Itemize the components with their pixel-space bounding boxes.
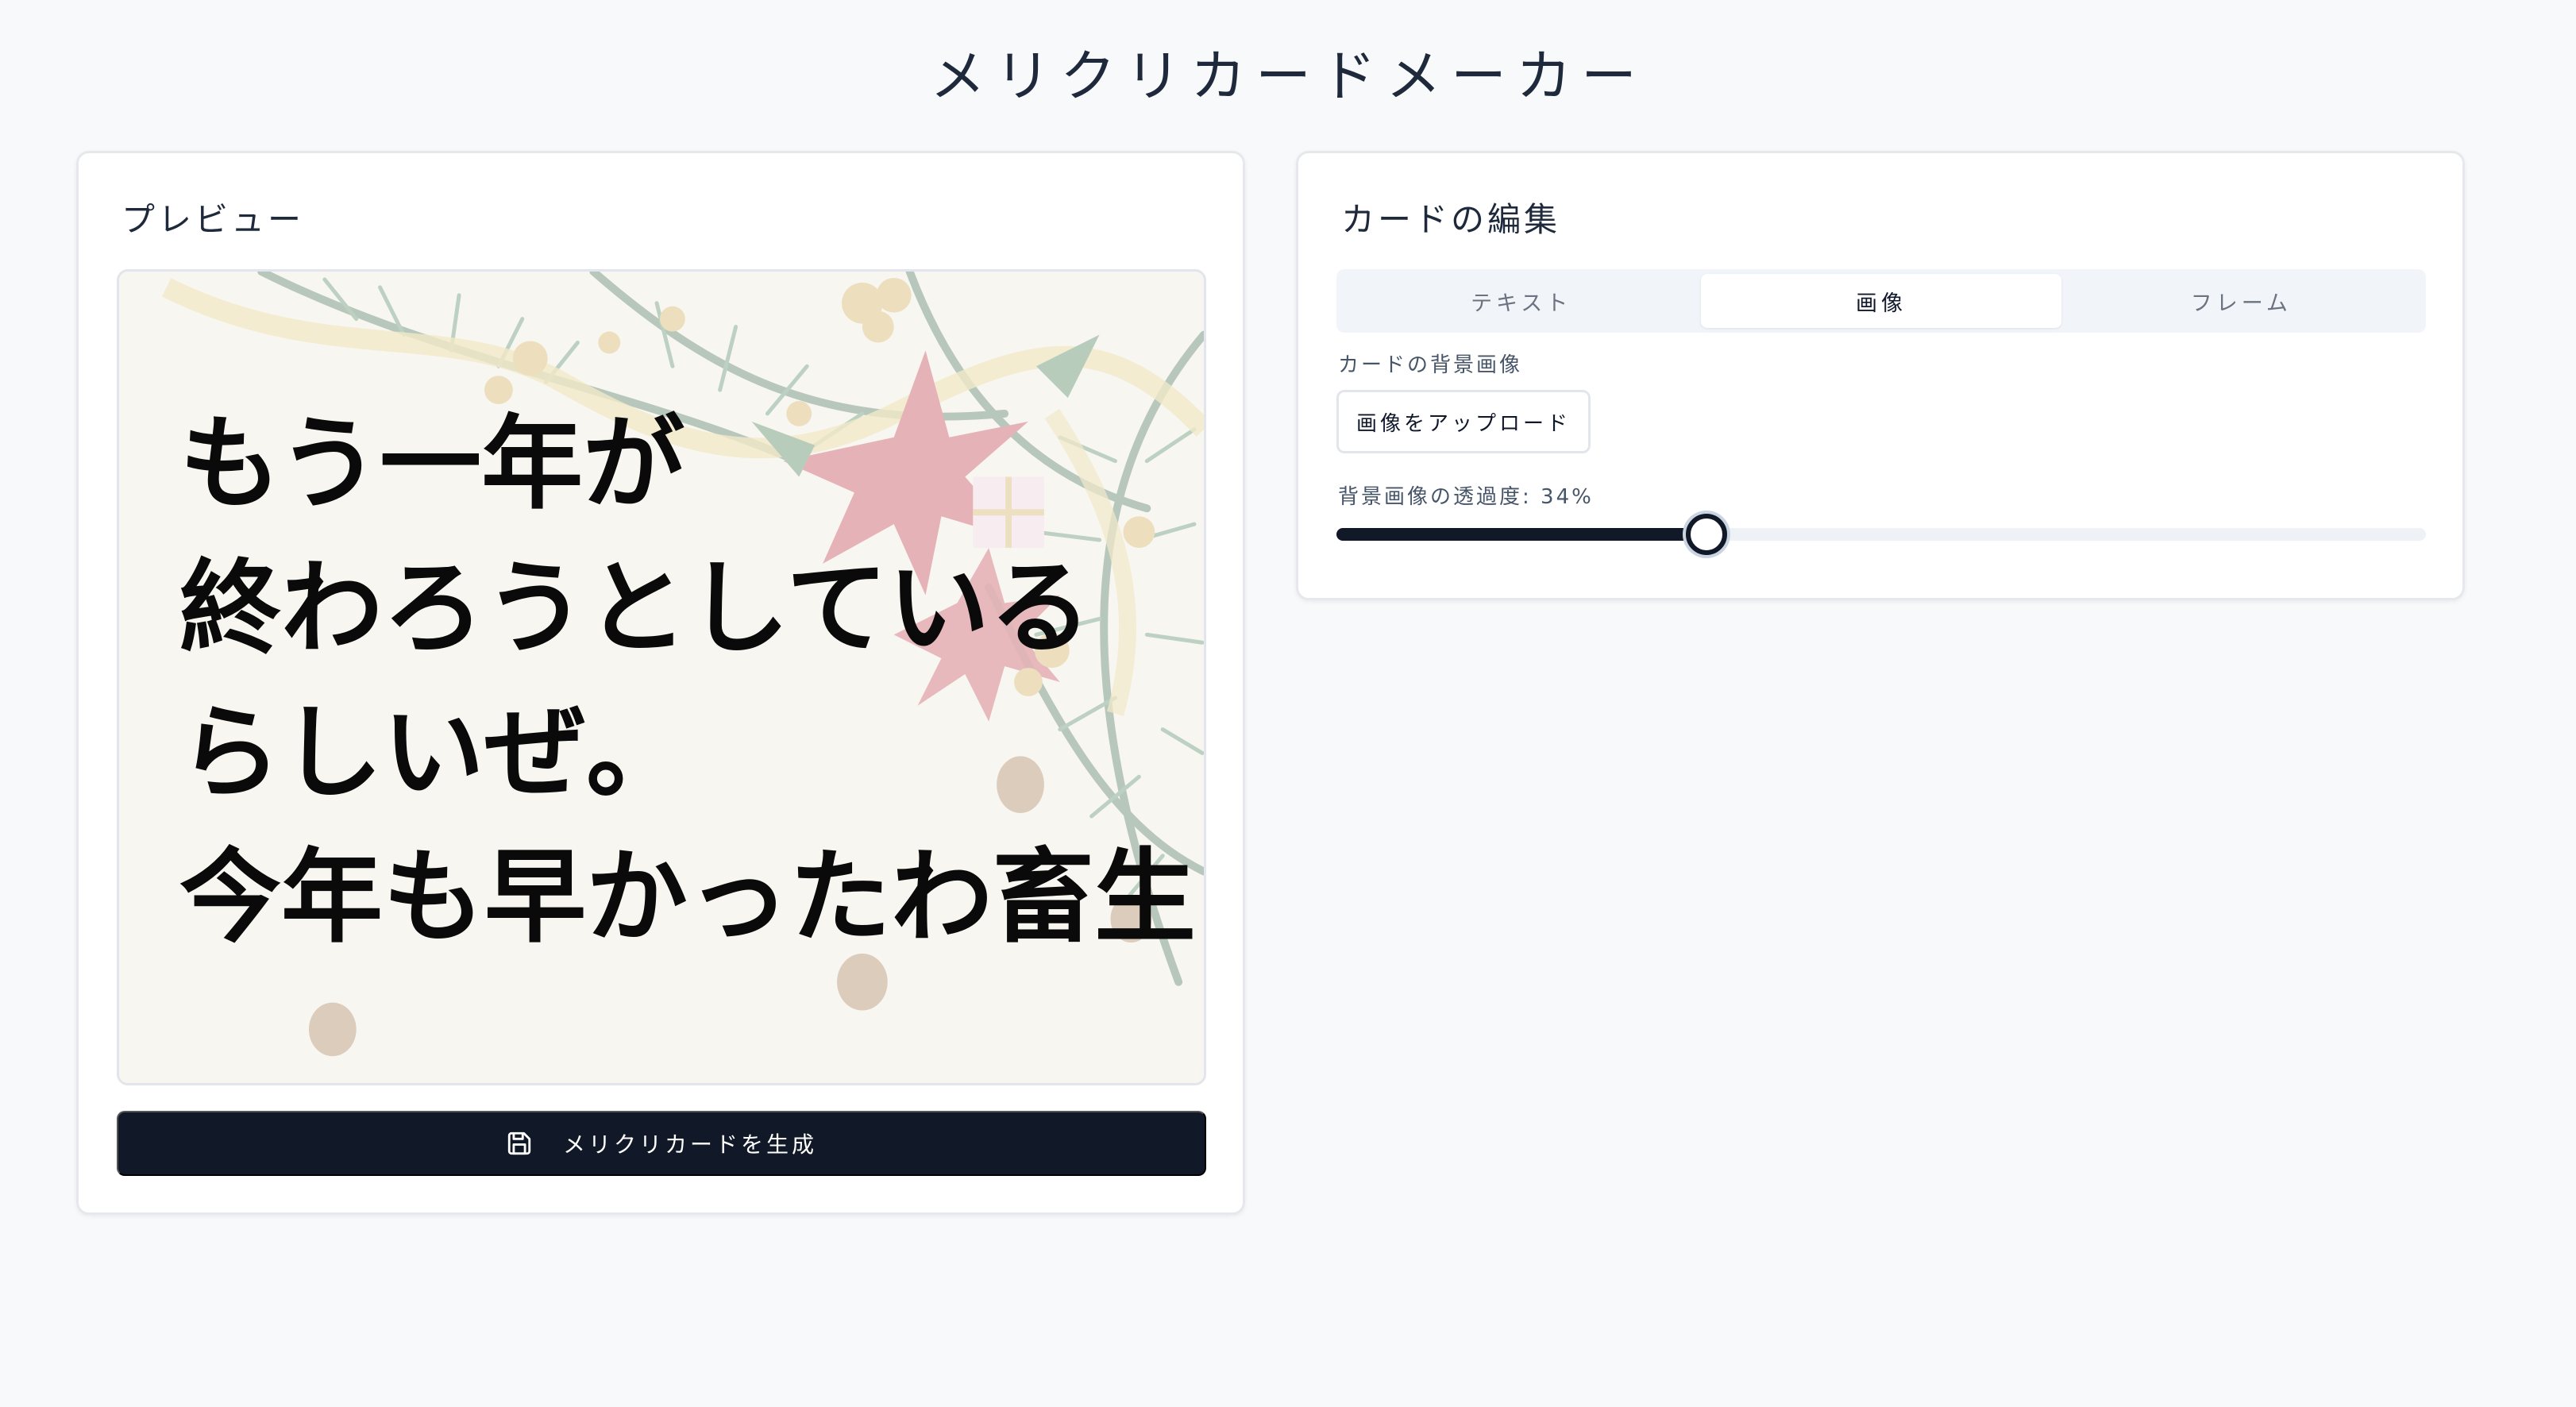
bg-image-label: カードの背景画像: [1338, 353, 1523, 377]
upload-image-button[interactable]: 画像をアップロード: [1336, 390, 1591, 453]
card-line: 今年も早かったわ畜生: [179, 838, 1197, 957]
opacity-slider[interactable]: [1336, 512, 2426, 555]
tab-image[interactable]: 画像: [1701, 274, 2061, 328]
save-icon: [506, 1130, 533, 1157]
card-line: もう一年が: [179, 405, 685, 523]
card-preview: もう一年が 終わろうとしている らしいぜ。 今年も早かったわ畜生: [117, 269, 1206, 1085]
generate-card-button[interactable]: メリクリカードを生成: [117, 1111, 1206, 1176]
app-title: メリクリカードメーカー: [930, 44, 1646, 109]
preview-title: プレビュー: [121, 200, 305, 239]
generate-card-label: メリクリカードを生成: [562, 1132, 817, 1157]
card-line: らしいぜ。: [179, 694, 688, 812]
card-message: もう一年が 終わろうとしている らしいぜ。 今年も早かったわ畜生: [179, 392, 1196, 970]
preview-panel: プレビュー もう一年が 終わろうとしている らしいぜ。 今年も早かったわ畜生 メ…: [76, 151, 1245, 1215]
tab-frame[interactable]: フレーム: [2061, 274, 2421, 328]
editor-tabs: テキスト 画像 フレーム: [1336, 269, 2426, 333]
card-line: 終わろうとしている: [179, 549, 1092, 668]
opacity-slider-fill: [1336, 528, 1707, 541]
opacity-slider-track[interactable]: [1336, 528, 2426, 541]
tab-text[interactable]: テキスト: [1341, 274, 1701, 328]
editor-panel: カードの編集 テキスト 画像 フレーム カードの背景画像 画像をアップロード 背…: [1296, 151, 2465, 600]
editor-title: カードの編集: [1341, 200, 1561, 239]
opacity-slider-thumb[interactable]: [1686, 514, 1728, 555]
opacity-label: 背景画像の透過度: 34%: [1338, 485, 1594, 509]
app-root: メリクリカードメーカー プレビュー もう一年が 終わろうとしている らしいぜ。 …: [0, 0, 2576, 1407]
